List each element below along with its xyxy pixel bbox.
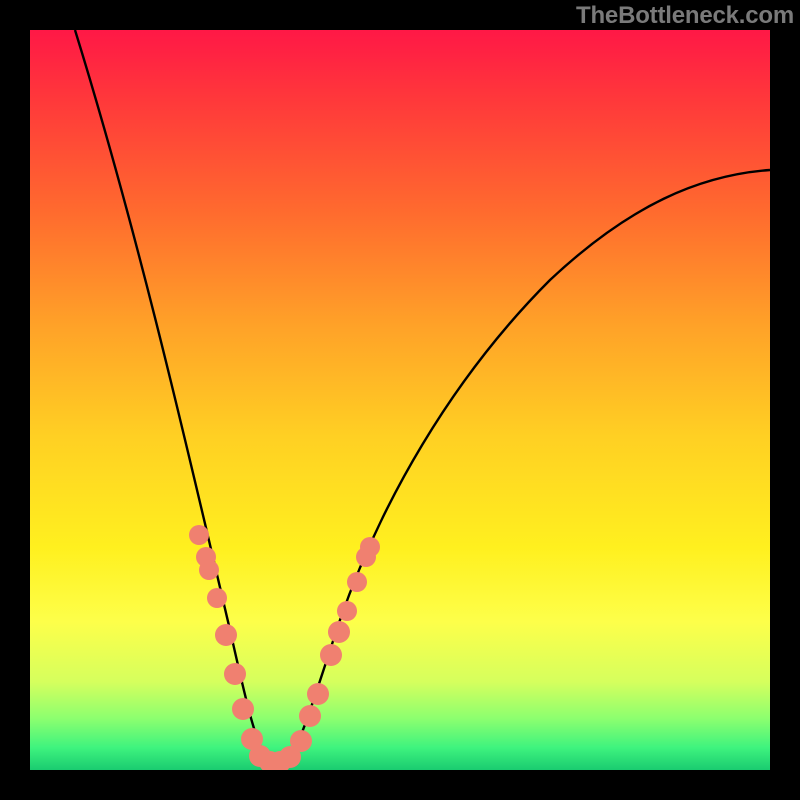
data-dot: [299, 705, 321, 727]
data-dots: [189, 525, 380, 770]
data-dot: [232, 698, 254, 720]
data-dot: [189, 525, 209, 545]
data-dot: [290, 730, 312, 752]
data-dot: [215, 624, 237, 646]
data-dot: [307, 683, 329, 705]
data-dot: [328, 621, 350, 643]
chart-frame: TheBottleneck.com: [0, 0, 800, 800]
data-dot: [320, 644, 342, 666]
curve-svg: [30, 30, 770, 770]
data-dot: [199, 560, 219, 580]
data-dot: [360, 537, 380, 557]
data-dot: [207, 588, 227, 608]
bottleneck-curve: [75, 30, 770, 762]
data-dot: [224, 663, 246, 685]
data-dot: [337, 601, 357, 621]
watermark-text: TheBottleneck.com: [576, 4, 794, 28]
plot-area: [30, 30, 770, 770]
data-dot: [347, 572, 367, 592]
